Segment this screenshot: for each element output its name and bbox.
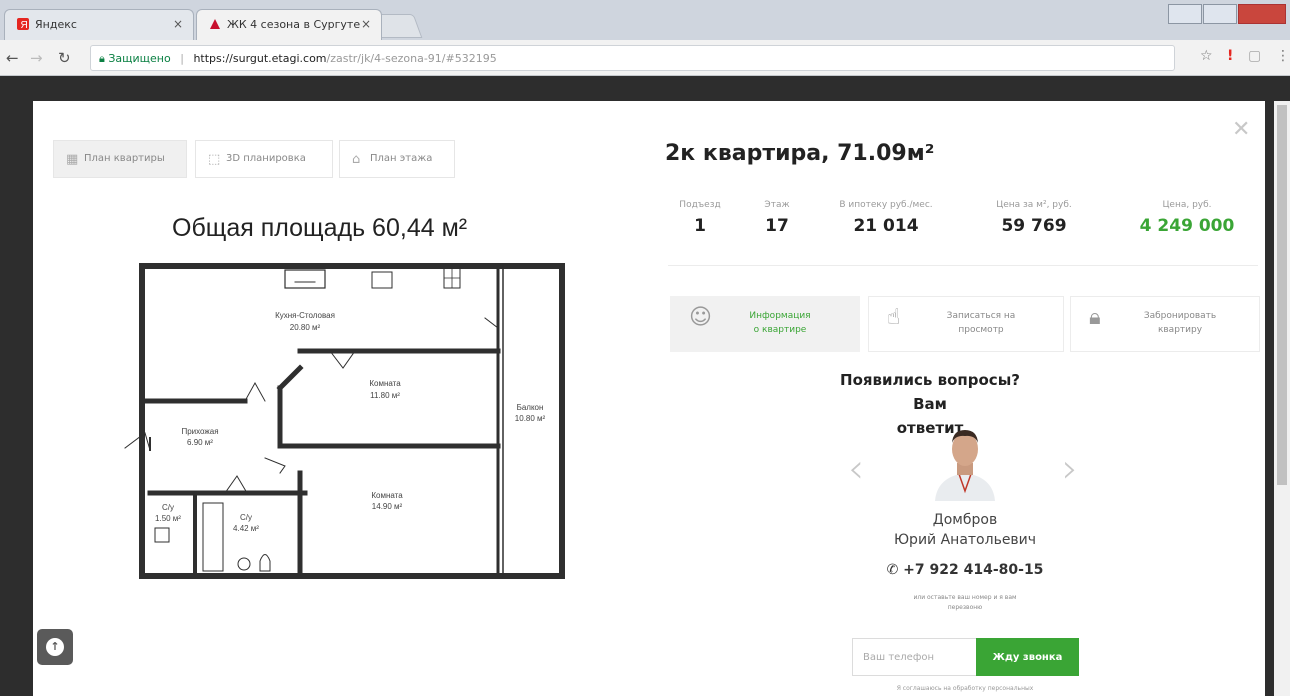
room-area-bedroom-1: 11.80 м² <box>370 391 400 400</box>
stat-label: В ипотеку руб./мес. <box>839 200 933 210</box>
agent-given-names: Юрий Анатольевич <box>893 532 1037 548</box>
tab-label: План квартиры <box>84 153 165 164</box>
stat-price: Цена, руб. 4 249 000 <box>1127 200 1247 236</box>
arrow-up-icon: ↑ <box>46 638 64 656</box>
menu-kebab-icon[interactable]: ⋮ <box>1276 48 1290 64</box>
bookmark-star-icon[interactable]: ☆ <box>1200 48 1213 64</box>
address-bar[interactable]: 🔒︎ Защищено | https://surgut.etagi.com/z… <box>90 45 1175 71</box>
address-bar-row: ← → ↻ 🔒︎ Защищено | https://surgut.etagi… <box>0 40 1290 76</box>
3d-icon: ⬚ <box>208 152 221 167</box>
close-tab-icon[interactable]: × <box>173 17 183 31</box>
room-label-hall: Прихожая <box>181 427 218 436</box>
agent-phone[interactable]: ✆ +7 922 414-80-15 <box>860 562 1070 578</box>
agent-name: Домбров Юрий Анатольевич <box>860 510 1070 550</box>
floorplan-icon: ▦ <box>66 152 79 167</box>
stat-mortgage: В ипотеку руб./мес. 21 014 <box>818 200 954 236</box>
yandex-icon: Я <box>17 18 29 30</box>
scroll-to-top-button[interactable]: ↑ <box>37 629 73 665</box>
floor-icon: ⌂ <box>352 152 361 167</box>
extension-icon[interactable]: ▢ <box>1248 48 1261 64</box>
room-label-kitchen: Кухня-Столовая <box>275 311 335 320</box>
divider <box>668 265 1258 266</box>
room-label-bedroom-1: Комната <box>369 379 401 388</box>
stat-value: 1 <box>694 216 706 236</box>
browser-tab-etagi[interactable]: ЖК 4 сезона в Сургуте × <box>196 9 382 40</box>
stat-label: Цена, руб. <box>1162 200 1212 210</box>
request-call-button[interactable]: Жду звонка <box>976 638 1079 676</box>
tab-flat-info[interactable]: ☺ Информация о квартире <box>670 296 860 352</box>
stat-label: Этаж <box>764 200 790 210</box>
user-icon: ☺ <box>689 305 712 330</box>
tab-book-viewing[interactable]: ☝ Записаться на просмотр <box>868 296 1064 352</box>
flat-title: 2к квартира, 71.09м² <box>665 141 935 166</box>
lock-icon: 🔒︎ <box>1089 305 1101 330</box>
stat-floor: Этаж 17 <box>752 200 802 236</box>
stat-value: 21 014 <box>853 216 919 236</box>
room-area-bathroom: 4.42 м² <box>233 524 259 533</box>
secure-label: Защищено <box>108 52 171 65</box>
room-label-bedroom-2: Комната <box>371 491 403 500</box>
callback-hint: или оставьте ваш номер и я вам перезвоню <box>880 593 1050 613</box>
plan-area-title: Общая площадь 60,44 м² <box>172 214 468 242</box>
minimize-button[interactable] <box>1168 4 1202 24</box>
stat-label: Цена за м², руб. <box>996 200 1072 210</box>
browser-tab-bar: Я Яндекс × ЖК 4 сезона в Сургуте × <box>0 0 1290 40</box>
window-close-button[interactable] <box>1238 4 1286 24</box>
agent-surname: Домбров <box>932 512 998 528</box>
room-area-balcony: 10.80 м² <box>515 414 546 423</box>
room-area-wc-small: 1.50 м² <box>155 514 181 523</box>
room-label-balcony: Балкон <box>517 403 544 412</box>
forward-icon[interactable]: → <box>30 49 43 67</box>
close-tab-icon[interactable]: × <box>361 17 371 31</box>
prev-agent-icon[interactable]: ‹ <box>848 446 864 492</box>
browser-tab-yandex[interactable]: Я Яндекс × <box>4 9 194 40</box>
tab-label: 3D планировка <box>226 153 306 164</box>
scrollbar-thumb[interactable] <box>1277 105 1287 485</box>
stat-value: 59 769 <box>1001 216 1067 236</box>
consent-text: Я соглашаюсь на обработку персональных <box>896 685 1034 692</box>
lock-icon: 🔒︎ <box>99 52 105 65</box>
tab-flat-plan[interactable]: ▦ План квартиры <box>53 140 187 178</box>
tab-floor-plan[interactable]: ⌂ План этажа <box>339 140 455 178</box>
agent-avatar <box>935 430 995 501</box>
stat-entrance: Подъезд 1 <box>672 200 728 236</box>
room-area-hall: 6.90 м² <box>187 438 213 447</box>
reload-icon[interactable]: ↻ <box>58 49 71 67</box>
back-icon[interactable]: ← <box>6 49 19 67</box>
tab-reserve-flat[interactable]: 🔒︎ Забронировать квартиру <box>1070 296 1260 352</box>
phone-icon: ✆ <box>886 562 899 578</box>
room-label-bathroom: С/у <box>240 513 252 522</box>
phone-input[interactable] <box>852 638 977 676</box>
yandex-extension-icon[interactable]: ! <box>1227 48 1233 64</box>
etagi-icon <box>210 19 220 29</box>
browser-tab-title: Яндекс <box>35 18 77 31</box>
svg-text:Я: Я <box>21 20 28 30</box>
maximize-button[interactable] <box>1203 4 1237 24</box>
url-separator: | <box>180 52 184 65</box>
room-area-bedroom-2: 14.90 м² <box>372 502 403 511</box>
url-path: /zastr/jk/4-sezona-91/#532195 <box>326 52 497 65</box>
page-scrollbar[interactable] <box>1274 101 1290 696</box>
next-agent-icon[interactable]: › <box>1062 446 1078 492</box>
stat-price-per-m2: Цена за м², руб. 59 769 <box>975 200 1093 236</box>
floor-plan-drawing: Кухня-Столовая 20.80 м² Комната 11.80 м²… <box>124 263 565 579</box>
questions-heading-line1: Появились вопросы? Вам <box>840 371 1020 413</box>
stat-value: 17 <box>765 216 789 236</box>
stat-label: Подъезд <box>679 200 721 210</box>
hand-pointer-icon: ☝ <box>887 305 901 330</box>
callback-hint-line2: перезвоню <box>947 604 983 611</box>
room-area-kitchen: 20.80 м² <box>290 323 321 332</box>
callback-hint-line1: или оставьте ваш номер и я вам <box>913 594 1017 601</box>
tab-3d-plan[interactable]: ⬚ 3D планировка <box>195 140 333 178</box>
tab-label: План этажа <box>370 153 433 164</box>
modal-close-icon[interactable]: ✕ <box>1232 117 1250 142</box>
room-label-wc-small: С/у <box>162 503 174 512</box>
browser-tab-title: ЖК 4 сезона в Сургуте <box>227 18 361 31</box>
stat-value: 4 249 000 <box>1139 216 1235 236</box>
agent-phone-number: +7 922 414-80-15 <box>903 562 1044 578</box>
url-host: https://surgut.etagi.com <box>193 52 327 65</box>
